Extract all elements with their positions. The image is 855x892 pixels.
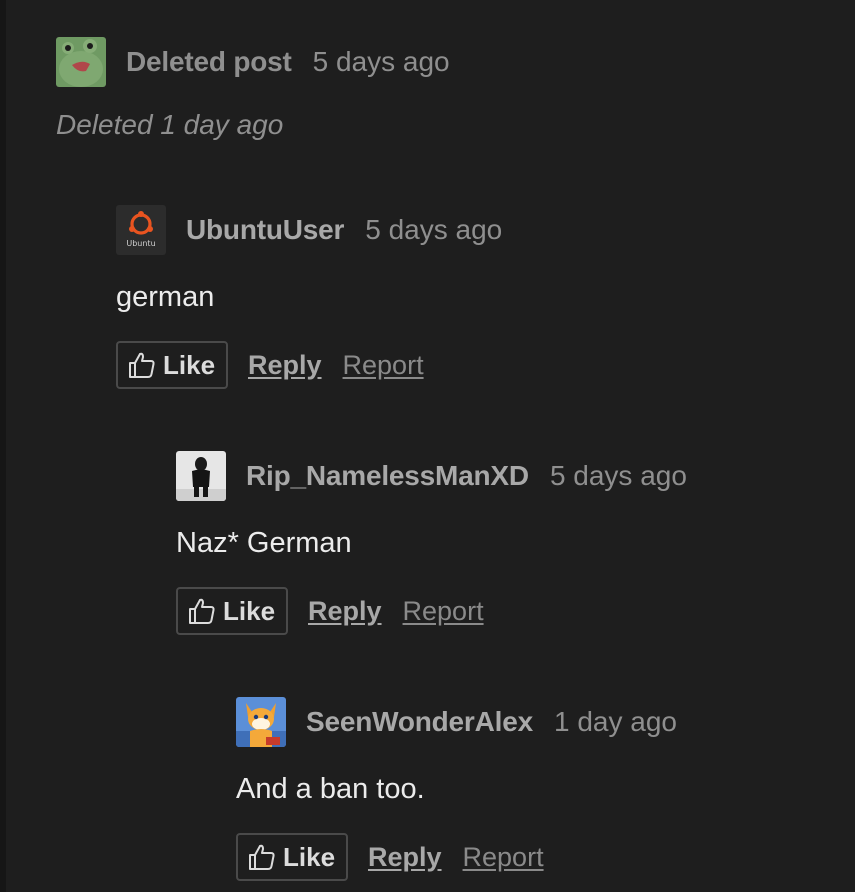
comment-body: And a ban too. xyxy=(236,773,425,805)
comment-rip-namelessmanxd: Rip_NamelessManXD 5 days ago Naz* German… xyxy=(176,451,687,635)
comment-header: Deleted post 5 days ago xyxy=(56,37,450,87)
like-label: Like xyxy=(223,595,276,626)
like-label: Like xyxy=(163,349,216,380)
comment-timestamp[interactable]: 5 days ago xyxy=(365,214,502,246)
fox-character-avatar-icon[interactable] xyxy=(236,697,286,747)
thumbs-up-icon xyxy=(249,844,275,870)
thumbs-up-icon xyxy=(189,598,215,624)
like-button[interactable]: Like xyxy=(236,833,348,881)
deleted-note: Deleted 1 day ago xyxy=(56,109,284,140)
comment-author[interactable]: Rip_NamelessManXD xyxy=(246,460,529,492)
comment-header: Rip_NamelessManXD 5 days ago xyxy=(176,451,687,501)
comment-thread: Deleted post 5 days ago Deleted 1 day ag… xyxy=(0,0,855,892)
like-label: Like xyxy=(283,841,336,872)
report-link[interactable]: Report xyxy=(403,596,484,627)
like-button[interactable]: Like xyxy=(116,341,228,389)
report-link[interactable]: Report xyxy=(463,842,544,873)
comment-author[interactable]: UbuntuUser xyxy=(186,214,344,246)
comment-body: Naz* German xyxy=(176,527,352,559)
frog-avatar-icon[interactable] xyxy=(56,37,106,87)
comment-actions: Like Reply Report xyxy=(116,341,424,389)
comment-body: german xyxy=(116,281,215,313)
comment-deleted-post: Deleted post 5 days ago Deleted 1 day ag… xyxy=(56,37,450,140)
comment-header: SeenWonderAlex 1 day ago xyxy=(236,697,677,747)
comment-timestamp[interactable]: 1 day ago xyxy=(554,706,677,738)
reply-link[interactable]: Reply xyxy=(308,596,382,627)
reply-link[interactable]: Reply xyxy=(368,842,442,873)
ubuntu-avatar-icon[interactable]: Ubuntu xyxy=(116,205,166,255)
comment-actions: Like Reply Report xyxy=(236,833,544,881)
comment-timestamp[interactable]: 5 days ago xyxy=(550,460,687,492)
reply-link[interactable]: Reply xyxy=(248,350,322,381)
like-button[interactable]: Like xyxy=(176,587,288,635)
thumbs-up-icon xyxy=(129,352,155,378)
comment-actions: Like Reply Report xyxy=(176,587,484,635)
report-link[interactable]: Report xyxy=(343,350,424,381)
hooded-figure-avatar-icon[interactable] xyxy=(176,451,226,501)
avatar-label: Ubuntu xyxy=(126,239,155,248)
comment-author[interactable]: SeenWonderAlex xyxy=(306,706,533,738)
comment-author: Deleted post xyxy=(126,46,292,77)
comment-timestamp[interactable]: 5 days ago xyxy=(313,46,450,78)
comment-ubuntuuser: Ubuntu UbuntuUser 5 days ago german Like… xyxy=(116,205,502,389)
comment-header: Ubuntu UbuntuUser 5 days ago xyxy=(116,205,502,255)
comment-seenwonderalex: SeenWonderAlex 1 day ago And a ban too. … xyxy=(236,697,677,881)
